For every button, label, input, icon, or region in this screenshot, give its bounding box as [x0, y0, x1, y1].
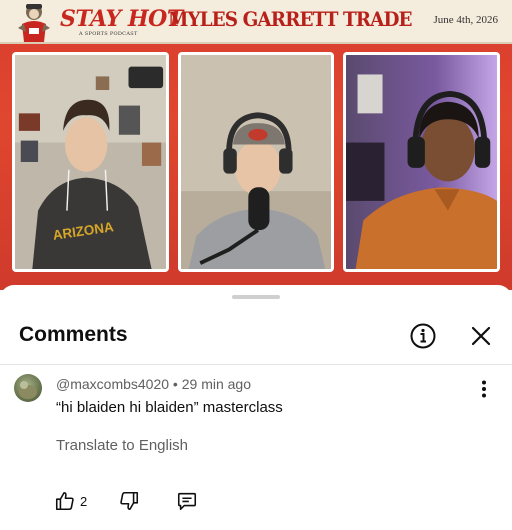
translate-link[interactable]: Translate to English [56, 437, 188, 454]
comments-sheet: Comments @maxcombs4020 • 29 min ago “hi … [0, 285, 512, 530]
comment-author[interactable]: @maxcombs4020 [56, 376, 169, 392]
video-player[interactable]: STAY HOT A SPORTS PODCAST MYLES GARRETT … [0, 0, 512, 290]
brand-subtitle: A SPORTS PODCAST [79, 31, 138, 37]
dislike-button[interactable] [118, 489, 140, 513]
show-banner: STAY HOT A SPORTS PODCAST MYLES GARRETT … [0, 0, 512, 44]
reply-button[interactable] [176, 489, 198, 513]
mascot-logo [18, 4, 50, 42]
info-icon[interactable] [408, 321, 438, 351]
reply-icon [177, 492, 197, 511]
meta-separator: • [169, 376, 182, 392]
episode-headline: MYLES GARRETT TRADE [168, 7, 413, 31]
sheet-drag-handle[interactable] [232, 295, 280, 299]
avatar[interactable] [14, 374, 42, 402]
episode-date: June 4th, 2026 [433, 14, 498, 26]
video-panel-left: ARIZONA [12, 52, 169, 272]
comment-time: 29 min ago [181, 376, 252, 392]
video-panel-right [343, 52, 500, 272]
like-count: 2 [80, 493, 88, 509]
comment-text: “hi blaiden hi blaiden” masterclass [56, 399, 283, 416]
video-panel-center [178, 52, 334, 272]
more-vertical-icon[interactable] [474, 379, 494, 399]
like-button[interactable]: 2 [54, 489, 87, 513]
brand-title: STAY HOT [60, 6, 183, 32]
sheet-title: Comments [19, 323, 128, 346]
thumbs-down-icon [120, 491, 139, 511]
close-icon[interactable] [466, 321, 496, 351]
thumbs-up-icon [55, 491, 74, 511]
comment-meta: @maxcombs4020 • 29 min ago [56, 376, 251, 392]
header-divider [0, 364, 512, 365]
